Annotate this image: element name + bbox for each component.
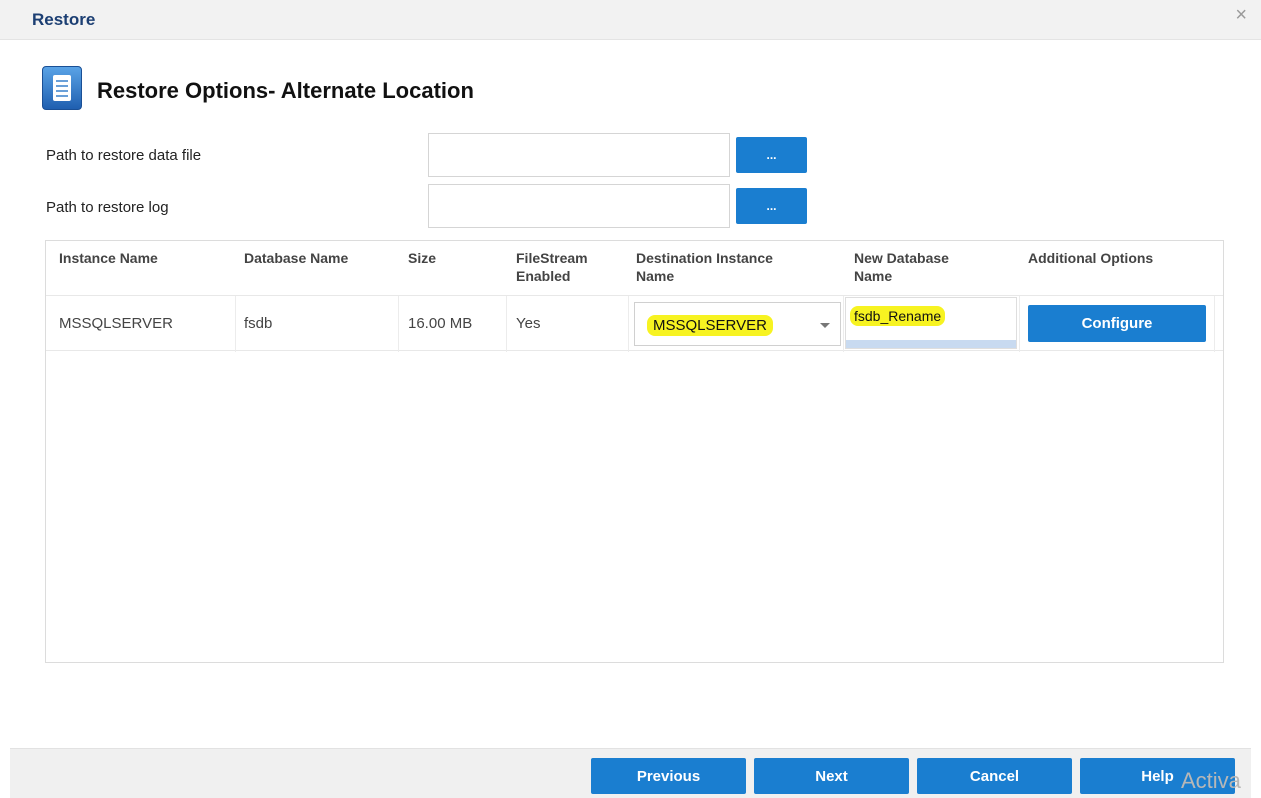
title-bar: Restore × bbox=[0, 0, 1261, 40]
column-header-database-name: Database Name bbox=[244, 250, 349, 266]
destination-instance-value: MSSQLSERVER bbox=[647, 315, 773, 336]
column-header-new-database-name: New Database Name bbox=[854, 250, 949, 284]
close-icon[interactable]: × bbox=[1235, 5, 1247, 25]
table-row: MSSQLSERVER fsdb 16.00 MB Yes MSSQLSERVE… bbox=[46, 295, 1223, 352]
size-cell: 16.00 MB bbox=[408, 315, 473, 332]
chevron-down-icon[interactable] bbox=[820, 323, 830, 328]
new-database-name-value: fsdb_Rename bbox=[850, 306, 946, 326]
previous-button[interactable]: Previous bbox=[591, 758, 746, 794]
cancel-button[interactable]: Cancel bbox=[917, 758, 1072, 794]
data-file-path-label: Path to restore data file bbox=[46, 147, 202, 164]
browse-data-file-button[interactable]: ... bbox=[736, 137, 807, 173]
new-database-name-field[interactable]: fsdb_Rename bbox=[845, 297, 1017, 349]
column-header-instance-name: Instance Name bbox=[59, 250, 158, 266]
table-header: Instance Name Database Name Size FileStr… bbox=[46, 241, 1223, 295]
page-heading: Restore Options- Alternate Location bbox=[97, 78, 474, 103]
log-path-input[interactable] bbox=[428, 184, 730, 228]
column-header-filestream-enabled: FileStream Enabled bbox=[516, 250, 588, 284]
browse-log-button[interactable]: ... bbox=[736, 188, 807, 224]
dialog-title: Restore bbox=[32, 10, 96, 29]
document-icon bbox=[42, 66, 82, 110]
database-table: Instance Name Database Name Size FileStr… bbox=[45, 240, 1224, 663]
restore-dialog: Restore × Restore Options- Alternate Loc… bbox=[0, 0, 1261, 798]
instance-name-cell: MSSQLSERVER bbox=[59, 315, 173, 332]
log-path-label: Path to restore log bbox=[46, 199, 169, 216]
column-header-size: Size bbox=[408, 250, 437, 266]
destination-instance-select[interactable]: MSSQLSERVER bbox=[634, 302, 841, 346]
activation-watermark: Activa bbox=[1181, 768, 1241, 793]
next-button[interactable]: Next bbox=[754, 758, 909, 794]
filestream-enabled-cell: Yes bbox=[516, 315, 541, 332]
column-header-destination-instance: Destination Instance Name bbox=[636, 250, 773, 284]
data-file-path-input[interactable] bbox=[428, 133, 730, 177]
configure-button[interactable]: Configure bbox=[1028, 305, 1206, 342]
column-header-additional-options: Additional Options bbox=[1028, 250, 1154, 266]
database-name-cell: fsdb bbox=[244, 315, 273, 332]
